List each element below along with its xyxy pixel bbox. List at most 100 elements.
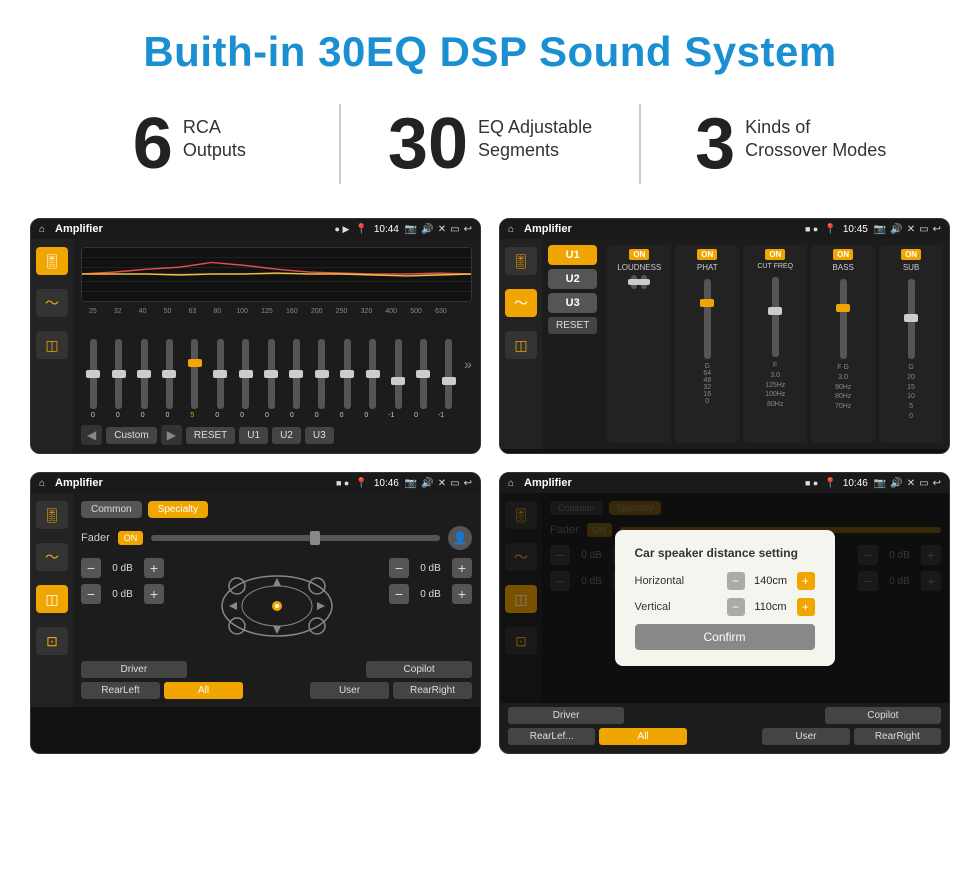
- amp-main-area: U1 U2 U3 RESET ON LOUDNESS: [542, 239, 949, 449]
- eq-u2-button[interactable]: U2: [272, 427, 301, 444]
- dialog-time: 10:46: [843, 478, 868, 489]
- fader-on-button[interactable]: ON: [118, 531, 144, 545]
- camera-icon: 📷: [405, 224, 417, 235]
- left-db-minus-1[interactable]: −: [81, 558, 101, 578]
- driver-button[interactable]: Driver: [81, 661, 187, 678]
- u2-button[interactable]: U2: [548, 269, 597, 289]
- eq-prev-button[interactable]: ◀: [81, 425, 102, 445]
- fader-home-icon: ⌂: [39, 478, 45, 489]
- horizontal-plus-button[interactable]: +: [797, 572, 815, 590]
- user-button[interactable]: User: [310, 682, 389, 699]
- eq-u3-button[interactable]: U3: [305, 427, 334, 444]
- eq-slider-col: [360, 339, 384, 409]
- amp-sidebar-btn-3[interactable]: ◫: [505, 331, 537, 359]
- fader-sidebar-btn-3[interactable]: ◫: [36, 585, 68, 613]
- amp-screen-card: ⌂ Amplifier ■ ● 📍 10:45 📷 🔊 ✕ ▭ ↩ 🎚 〜 ◫: [499, 218, 950, 454]
- eq-slider-col: [81, 339, 105, 409]
- distance-dialog: Car speaker distance setting Horizontal …: [615, 530, 835, 666]
- amp-location-icon: 📍: [824, 224, 836, 235]
- eq-slider-col: [310, 339, 334, 409]
- fader-screen-title: Amplifier: [55, 477, 330, 489]
- vertical-value: 110cm: [751, 601, 791, 613]
- fader-sidebar-btn-4[interactable]: ⊡: [36, 627, 68, 655]
- fader-back-icon: ↩: [464, 478, 472, 489]
- right-db-plus-1[interactable]: +: [452, 558, 472, 578]
- amp-reset-button[interactable]: RESET: [548, 317, 597, 334]
- eq-next-button[interactable]: ▶: [161, 425, 182, 445]
- dialog-copilot-button[interactable]: Copilot: [825, 707, 941, 724]
- amp-sidebar-btn-2[interactable]: 〜: [505, 289, 537, 317]
- page-title: Buith-in 30EQ DSP Sound System: [0, 0, 980, 94]
- dialog-back-icon: ↩: [933, 478, 941, 489]
- right-db-controls: − 0 dB + − 0 dB +: [389, 558, 472, 653]
- horizontal-minus-button[interactable]: −: [727, 572, 745, 590]
- left-db-plus-2[interactable]: +: [144, 584, 164, 604]
- confirm-button[interactable]: Confirm: [635, 624, 815, 650]
- eq-sliders[interactable]: »: [81, 319, 472, 409]
- fader-screen-content: 🎚 〜 ◫ ⊡ Common Specialty Fader ON: [31, 493, 480, 707]
- stat-eq-label: EQ AdjustableSegments: [478, 108, 592, 163]
- left-db-row-1: − 0 dB +: [81, 558, 164, 578]
- left-db-val-2: 0 dB: [105, 589, 140, 600]
- location-icon: 📍: [355, 224, 367, 235]
- fader-slider[interactable]: [151, 535, 440, 541]
- bass-label: BASS: [832, 263, 853, 272]
- stat-crossover-number: 3: [695, 108, 735, 180]
- loudness-on-badge: ON: [629, 249, 649, 260]
- left-db-minus-2[interactable]: −: [81, 584, 101, 604]
- amp-volume-icon: 🔊: [890, 224, 902, 235]
- eq-slider-col: [233, 339, 257, 409]
- u3-button[interactable]: U3: [548, 293, 597, 313]
- right-db-plus-2[interactable]: +: [452, 584, 472, 604]
- phat-on-badge: ON: [697, 249, 717, 260]
- dialog-user-button[interactable]: User: [762, 728, 849, 745]
- dialog-driver-button[interactable]: Driver: [508, 707, 624, 724]
- u1-button[interactable]: U1: [548, 245, 597, 265]
- fader-wifi-icon: ✕: [438, 478, 446, 489]
- eq-screen-card: ⌂ Amplifier ● ▶ 📍 10:44 📷 🔊 ✕ ▭ ↩ 🎚 〜 ◫: [30, 218, 481, 454]
- all-button[interactable]: All: [164, 682, 243, 699]
- screenshots-grid: ⌂ Amplifier ● ▶ 📍 10:44 📷 🔊 ✕ ▭ ↩ 🎚 〜 ◫: [0, 208, 980, 784]
- eq-sidebar-btn-3[interactable]: ◫: [36, 331, 68, 359]
- dialog-overlay: Car speaker distance setting Horizontal …: [500, 493, 949, 703]
- fader-time: 10:46: [374, 478, 399, 489]
- amp-camera-icon: 📷: [874, 224, 886, 235]
- vertical-plus-button[interactable]: +: [797, 598, 815, 616]
- dialog-rearright-button[interactable]: RearRight: [854, 728, 941, 745]
- common-tab[interactable]: Common: [81, 501, 142, 518]
- eq-u1-button[interactable]: U1: [239, 427, 268, 444]
- rearleft-button[interactable]: RearLeft: [81, 682, 160, 699]
- horizontal-label: Horizontal: [635, 575, 721, 587]
- copilot-button[interactable]: Copilot: [366, 661, 472, 678]
- fader-person-icon: 👤: [448, 526, 472, 550]
- rearright-button[interactable]: RearRight: [393, 682, 472, 699]
- eq-sidebar-btn-2[interactable]: 〜: [36, 289, 68, 317]
- eq-main-area: 25 32 40 50 63 80 100 125 160 200 250 32…: [73, 239, 480, 453]
- fader-sidebar-btn-1[interactable]: 🎚: [36, 501, 68, 529]
- dialog-all-button[interactable]: All: [599, 728, 686, 745]
- fader-main-area: Common Specialty Fader ON 👤: [73, 493, 480, 707]
- eq-status-dots: ● ▶: [335, 224, 350, 235]
- amp-sidebar-btn-1[interactable]: 🎚: [505, 247, 537, 275]
- eq-bottom-bar: ◀ Custom ▶ RESET U1 U2 U3: [81, 425, 472, 445]
- dialog-rearleft-button[interactable]: RearLef...: [508, 728, 595, 745]
- eq-slider-col: [437, 339, 461, 409]
- home-icon: ⌂: [39, 224, 45, 235]
- eq-custom-button[interactable]: Custom: [106, 427, 156, 444]
- stat-crossover-label: Kinds ofCrossover Modes: [745, 108, 886, 163]
- left-db-plus-1[interactable]: +: [144, 558, 164, 578]
- specialty-tab[interactable]: Specialty: [148, 501, 209, 518]
- dialog-status-icons: 📷 🔊 ✕ ▭ ↩: [874, 478, 941, 489]
- right-db-minus-1[interactable]: −: [389, 558, 409, 578]
- amp-status-icons: 📷 🔊 ✕ ▭ ↩: [874, 224, 941, 235]
- vertical-distance-row: Vertical − 110cm +: [635, 598, 815, 616]
- right-db-minus-2[interactable]: −: [389, 584, 409, 604]
- right-db-val-2: 0 dB: [413, 589, 448, 600]
- eq-reset-button[interactable]: RESET: [186, 427, 235, 444]
- vertical-minus-button[interactable]: −: [727, 598, 745, 616]
- loudness-label: LOUDNESS: [617, 263, 661, 272]
- fader-sidebar-btn-2[interactable]: 〜: [36, 543, 68, 571]
- eq-sidebar-btn-1[interactable]: 🎚: [36, 247, 68, 275]
- fader-status-icons: 📷 🔊 ✕ ▭ ↩: [405, 478, 472, 489]
- eq-status-icons: 📷 🔊 ✕ ▭ ↩: [405, 224, 472, 235]
